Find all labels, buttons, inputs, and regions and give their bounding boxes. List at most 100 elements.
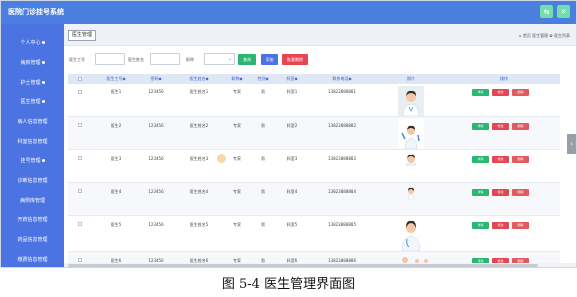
cell-doctor-name: 医生姓名4 [189,189,209,194]
horizontal-scrollbar[interactable] [64,263,576,267]
doctor-id-input[interactable] [95,53,125,65]
select-all-checkbox[interactable] [78,77,82,81]
cell-doctor-name: 医生姓名1 [189,89,209,94]
row-checkbox[interactable] [78,123,82,127]
sidebar-item-label: 诊断信息管理 [17,178,48,184]
table-row: 医生1 123456 医生姓名1 专家 男 科室1 13823888881 详情… [68,84,560,117]
add-button[interactable]: 添加 [261,54,278,65]
delete-button[interactable]: 删除 [512,222,529,229]
sidebar-item-medicine[interactable]: 药品信息管理 [1,236,64,243]
detail-button[interactable]: 详情 [472,222,489,229]
cell-doctor-id: 医生2 [110,123,122,128]
sidebar-item-nurse[interactable]: 护士管理 [1,79,64,86]
header-title[interactable]: 职称◆ [231,76,242,82]
cell-phone: 13823888882 [328,123,356,128]
doctor-name-label: 医生姓名 [128,57,144,62]
search-button[interactable]: 查询 [238,54,256,65]
doctor-photo [398,152,424,166]
table-row: 医生4 123456 医生姓名4 专家 男 科室4 13823888884 详情… [68,183,560,216]
row-actions: 详情 修改 删除 [472,156,529,163]
delete-button[interactable]: 删除 [512,89,529,96]
row-checkbox[interactable] [78,189,82,193]
cell-doctor-name: 医生姓名2 [189,123,209,128]
expand-dot-icon [41,159,45,162]
doctor-photo [398,217,424,251]
edit-button[interactable]: 修改 [492,89,509,96]
sidebar-item-payment[interactable]: 缴费信息管理 [1,256,64,263]
sidebar-item-ward[interactable]: 病房管理 [1,59,64,66]
cell-department: 科室2 [286,123,298,128]
breadcrumb: ⌂ 首页 医生管理 ✿ 医生列表 [519,33,570,38]
delete-button[interactable]: 删除 [512,156,529,163]
edit-button[interactable]: 修改 [492,123,509,130]
cell-phone: 13823888881 [328,89,356,94]
edit-button[interactable]: 修改 [492,189,509,196]
cell-title: 专家 [233,89,241,94]
cell-doctor-id: 医生5 [110,222,122,227]
header-password[interactable]: 密码◆ [150,76,161,82]
row-checkbox[interactable] [78,90,82,94]
header-phone[interactable]: 联系电话◆ [332,76,351,82]
row-checkbox[interactable] [78,156,82,160]
page-header: 医生管理 ⌂ 首页 医生管理 ✿ 医生列表 [64,24,576,46]
sidebar-item-patient[interactable]: 病人信息管理 [1,118,64,125]
detail-button[interactable]: 详情 [472,123,489,130]
header-department[interactable]: 科室◆ [286,76,297,82]
cell-phone: 13823888884 [328,189,356,194]
sidebar-item-case-library[interactable]: 病例库管理 [1,197,64,204]
edit-button[interactable]: 修改 [492,156,509,163]
header-doctor-name[interactable]: 医生姓名◆ [189,76,208,82]
title-label: 职称 [186,57,194,62]
tab-doctor-management[interactable]: 医生管理 [68,30,97,41]
row-checkbox[interactable] [78,258,82,262]
sidebar-item-registration[interactable]: 挂号管理 [1,157,64,164]
cursor-highlight-icon [217,154,226,163]
delete-button[interactable]: 删除 [512,189,529,196]
scrollbar-thumb[interactable] [68,264,538,267]
sidebar-item-doctor[interactable]: 医生管理 [1,98,64,105]
sidebar-item-department[interactable]: 科室信息管理 [1,138,64,145]
cell-doctor-id: 医生3 [110,156,122,161]
sidebar-item-diagnosis[interactable]: 诊断信息管理 [1,177,64,184]
chevron-left-icon: ‹ [570,140,573,148]
header-gender[interactable]: 性别◆ [257,76,268,82]
app-window: 医院门诊挂号系统 ⇆ ✕ 个人中心 病房管理 护士管理 医生管理 病人信息管理 … [0,0,577,268]
row-actions: 详情 修改 删除 [472,123,529,130]
cell-title: 专家 [233,189,241,194]
expand-dot-icon [41,41,45,44]
sidebar-item-label: 缴费信息管理 [17,257,48,263]
close-icon[interactable]: ✕ [557,5,570,18]
sidebar-item-personal-center[interactable]: 个人中心 [1,39,64,46]
batch-delete-button[interactable]: 批量删除 [282,54,308,65]
collapse-panel-button[interactable]: ‹ [567,134,576,154]
sidebar-item-label: 护士管理 [20,80,41,86]
cell-department: 科室1 [286,89,298,94]
edit-button[interactable]: 修改 [492,222,509,229]
header-doctor-id[interactable]: 医生工号◆ [106,76,125,82]
sidebar-item-label: 挂号管理 [20,158,41,164]
title-select[interactable]: ⌄ [204,53,235,65]
row-actions: 详情 修改 删除 [472,189,529,196]
sidebar: 个人中心 病房管理 护士管理 医生管理 病人信息管理 科室信息管理 挂号管理 诊… [1,24,64,267]
app-title: 医院门诊挂号系统 [8,8,64,16]
cell-doctor-name: 医生姓名5 [189,222,209,227]
delete-button[interactable]: 删除 [512,123,529,130]
cell-gender: 男 [261,156,265,161]
detail-button[interactable]: 详情 [472,189,489,196]
doctor-name-input[interactable] [150,53,180,65]
row-checkbox[interactable] [78,222,82,226]
switch-icon[interactable]: ⇆ [540,5,553,18]
sidebar-item-label: 开药信息管理 [17,217,48,223]
cell-doctor-id: 医生4 [110,189,122,194]
expand-dot-icon [41,81,45,84]
doctor-photo [398,186,424,200]
figure-caption: 图 5-4 医生管理界面图 [221,277,356,292]
row-actions: 详情 修改 删除 [472,222,529,229]
sidebar-item-label: 医生管理 [20,99,41,105]
cell-gender: 男 [261,123,265,128]
cell-password: 123456 [148,156,164,161]
cell-gender: 男 [261,222,265,227]
sidebar-item-prescription[interactable]: 开药信息管理 [1,216,64,223]
detail-button[interactable]: 详情 [472,156,489,163]
detail-button[interactable]: 详情 [472,89,489,96]
